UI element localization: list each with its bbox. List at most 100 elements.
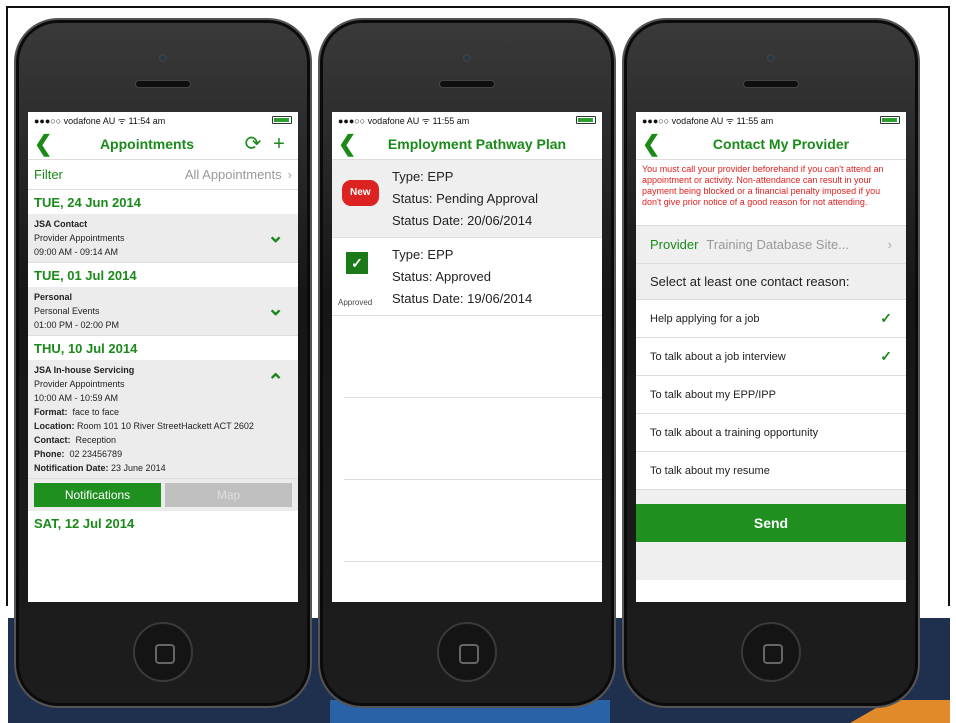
appointment-type: Provider Appointments [34, 379, 125, 389]
checkmark-icon: ✓ [346, 252, 368, 274]
page-title: Appointments [99, 135, 195, 152]
status-bar: ●●●○○ vodafone AU ᯤ 11:54 am [28, 112, 298, 128]
checkmark-icon: ✓ [880, 348, 892, 364]
provider-select[interactable]: Provider Training Database Site... › [636, 226, 906, 264]
approved-label: Approved [338, 298, 373, 307]
epp-screen: ●●●○○ vodafone AU ᯤ 11:55 am ❮ Employmen… [332, 112, 602, 602]
reason-label: Help applying for a job [650, 312, 760, 325]
carrier-time: ●●●○○ vodafone AU ᯤ 11:55 am [642, 115, 774, 126]
empty-row [344, 398, 602, 480]
camera-icon [463, 54, 471, 62]
contact-screen: ●●●○○ vodafone AU ᯤ 11:55 am ❮ Contact M… [636, 112, 906, 602]
back-icon[interactable]: ❮ [338, 132, 358, 155]
back-icon[interactable]: ❮ [642, 132, 662, 155]
appointment-item-expanded[interactable]: JSA In-house Servicing Provider Appointm… [28, 360, 298, 479]
reason-label: To talk about my EPP/IPP [650, 388, 776, 401]
carrier-time: ●●●○○ vodafone AU ᯤ 11:55 am [338, 115, 470, 126]
appointment-time: 01:00 PM - 02:00 PM [34, 320, 120, 330]
filter-row[interactable]: Filter All Appointments › [28, 160, 298, 190]
page-title: Employment Pathway Plan [387, 135, 567, 152]
chevron-right-icon: › [287, 167, 292, 182]
epp-status-date: Status Date: 20/06/2014 [392, 213, 533, 228]
add-icon[interactable]: + [266, 134, 292, 154]
speaker-grille [135, 80, 191, 88]
appointment-format: Format: face to face [34, 407, 120, 417]
appointment-notification-date: Notification Date: 23 June 2014 [34, 463, 166, 473]
frame-border-top [6, 6, 950, 8]
appointment-item[interactable]: Personal Personal Events 01:00 PM - 02:0… [28, 287, 298, 336]
appointment-contact: Contact: Reception [34, 435, 117, 445]
carrier-time: ●●●○○ vodafone AU ᯤ 11:54 am [34, 115, 166, 126]
phone-appointments: ●●●○○ vodafone AU ᯤ 11:54 am ❮ Appointme… [14, 18, 312, 708]
appointments-screen: ●●●○○ vodafone AU ᯤ 11:54 am ❮ Appointme… [28, 112, 298, 602]
phone-epp: ●●●○○ vodafone AU ᯤ 11:55 am ❮ Employmen… [318, 18, 616, 708]
appointment-type: Provider Appointments [34, 233, 125, 243]
home-button[interactable] [741, 622, 801, 682]
home-button[interactable] [133, 622, 193, 682]
reason-option[interactable]: To talk about my resume [636, 452, 906, 490]
chevron-down-icon[interactable]: ⌄ [267, 226, 284, 246]
reason-option[interactable]: To talk about my EPP/IPP [636, 376, 906, 414]
appointment-type: Personal Events [34, 306, 100, 316]
battery-icon [576, 116, 596, 124]
appointment-phone: Phone: 02 23456789 [34, 449, 123, 459]
filter-value: All Appointments [184, 167, 282, 182]
refresh-icon[interactable]: ⟳ [240, 134, 266, 154]
appointment-location: Location: Room 101 10 River StreetHacket… [34, 421, 254, 431]
speaker-grille [439, 80, 495, 88]
frame-border-right [948, 6, 950, 606]
reason-label: To talk about a training opportunity [650, 426, 819, 439]
status-bar: ●●●○○ vodafone AU ᯤ 11:55 am [332, 112, 602, 128]
appointment-time: 09:00 AM - 09:14 AM [34, 247, 119, 257]
appointment-name: Personal [34, 292, 73, 302]
appointment-name: JSA Contact [34, 219, 88, 229]
date-header: SAT, 12 Jul 2014 [28, 511, 298, 535]
nav-bar: ❮ Employment Pathway Plan [332, 128, 602, 160]
camera-icon [159, 54, 167, 62]
epp-status: Status: Pending Approval [392, 191, 538, 206]
epp-list-item[interactable]: ✓ Approved Type: EPP Status: Approved St… [332, 238, 602, 316]
send-area: Send [636, 490, 906, 580]
chevron-right-icon: › [887, 237, 892, 252]
appointment-actions: Notifications Map [28, 479, 298, 511]
date-header: THU, 10 Jul 2014 [28, 336, 298, 360]
new-badge: New [342, 180, 379, 206]
phone-contact: ●●●○○ vodafone AU ᯤ 11:55 am ❮ Contact M… [622, 18, 920, 708]
appointment-name: JSA In-house Servicing [34, 365, 135, 375]
date-header: TUE, 24 Jun 2014 [28, 190, 298, 214]
frame-border-left [6, 6, 8, 606]
appointment-time: 10:00 AM - 10:59 AM [34, 393, 119, 403]
notifications-button[interactable]: Notifications [34, 483, 161, 507]
home-button[interactable] [437, 622, 497, 682]
battery-icon [880, 116, 900, 124]
back-icon[interactable]: ❮ [34, 132, 54, 155]
empty-row [344, 480, 602, 562]
chevron-up-icon[interactable]: ⌃ [267, 372, 284, 392]
reason-label: To talk about my resume [650, 464, 770, 477]
nav-bar: ❮ Appointments ⟳ + [28, 128, 298, 160]
warning-message: You must call your provider beforehand i… [636, 160, 906, 226]
send-button[interactable]: Send [636, 504, 906, 542]
provider-value: Training Database Site... [706, 237, 850, 252]
map-button[interactable]: Map [165, 483, 292, 507]
appointment-item[interactable]: JSA Contact Provider Appointments 09:00 … [28, 214, 298, 263]
battery-icon [272, 116, 292, 124]
filter-label: Filter [34, 167, 63, 182]
reason-option[interactable]: Help applying for a job ✓ [636, 300, 906, 338]
epp-status: Status: Approved [392, 269, 492, 284]
reason-option[interactable]: To talk about a job interview ✓ [636, 338, 906, 376]
reason-label: To talk about a job interview [650, 350, 786, 363]
epp-status-date: Status Date: 19/06/2014 [392, 291, 533, 306]
reason-heading: Select at least one contact reason: [636, 264, 906, 300]
reason-option[interactable]: To talk about a training opportunity [636, 414, 906, 452]
provider-label: Provider [650, 237, 699, 252]
epp-list-item[interactable]: New Type: EPP Status: Pending Approval S… [332, 160, 602, 238]
empty-row [344, 316, 602, 398]
speaker-grille [743, 80, 799, 88]
camera-icon [767, 54, 775, 62]
epp-type: Type: EPP [392, 247, 454, 262]
status-bar: ●●●○○ vodafone AU ᯤ 11:55 am [636, 112, 906, 128]
date-header: TUE, 01 Jul 2014 [28, 263, 298, 287]
chevron-down-icon[interactable]: ⌄ [267, 299, 284, 319]
checkmark-icon: ✓ [880, 310, 892, 326]
